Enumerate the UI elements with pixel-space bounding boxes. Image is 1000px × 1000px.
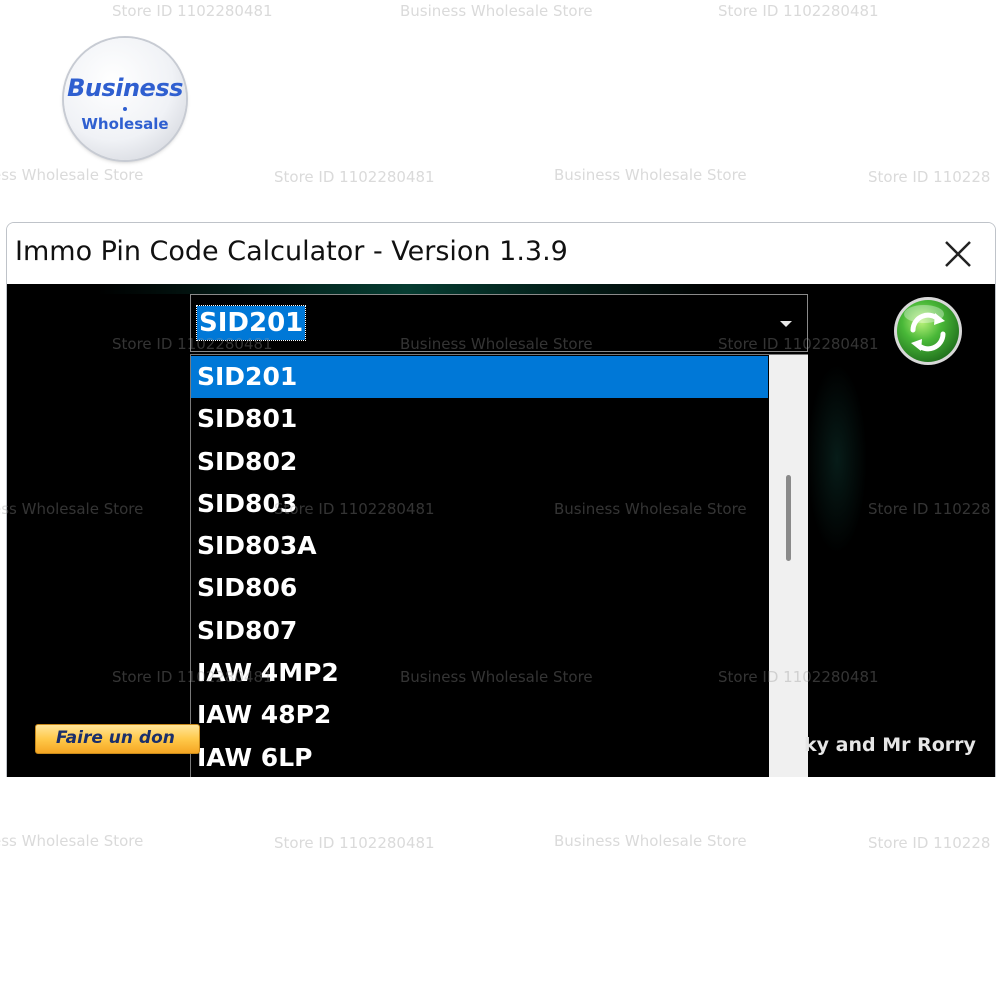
business-wholesale-logo: Business Wholesale: [64, 38, 186, 160]
window-title: Immo Pin Code Calculator - Version 1.3.9: [15, 236, 568, 267]
dropdown-option[interactable]: SID802: [191, 441, 768, 483]
store-watermark: Store ID 1102280481: [112, 2, 273, 20]
chevron-down-icon: [780, 321, 792, 327]
dropdown-options: SID201 SID801 SID802 SID803 SID803A SID806 SID…: [191, 356, 768, 777]
scrollbar-thumb[interactable]: [786, 475, 791, 561]
dropdown-scrollbar[interactable]: [769, 355, 808, 777]
background-glow-right: [807, 364, 867, 554]
logo-text-wholesale: Wholesale: [81, 115, 169, 133]
dropdown-option[interactable]: IAW 48P2: [191, 694, 768, 736]
dropdown-option[interactable]: SID801: [191, 398, 768, 440]
store-watermark: Business Wholesale Store: [554, 166, 747, 184]
store-watermark: Store ID 1102280481: [274, 834, 435, 852]
combobox-selected-value[interactable]: SID201: [195, 305, 307, 341]
title-bar: Immo Pin Code Calculator - Version 1.3.9: [7, 223, 995, 284]
store-watermark: Store ID 1102280481: [718, 2, 879, 20]
dropdown-option[interactable]: SID803A: [191, 525, 768, 567]
dropdown-option[interactable]: IAW 6LP: [191, 737, 768, 777]
dropdown-arrow-button[interactable]: [771, 309, 801, 339]
app-window: Immo Pin Code Calculator - Version 1.3.9…: [6, 222, 996, 777]
close-button[interactable]: [937, 233, 979, 275]
store-watermark: ess Wholesale Store: [0, 832, 144, 850]
donate-button[interactable]: Faire un don: [35, 724, 200, 754]
close-icon: [945, 241, 971, 267]
background-glow: [97, 284, 717, 294]
logo-text-business: Business: [67, 74, 183, 102]
dropdown-option[interactable]: SID806: [191, 567, 768, 609]
logo-dot: [123, 107, 127, 111]
refresh-icon: [894, 297, 962, 365]
store-watermark: Store ID 1102280481: [274, 168, 435, 186]
ecu-type-dropdown-list[interactable]: SID201 SID801 SID802 SID803 SID803A SID806 SID…: [190, 354, 808, 777]
dropdown-option[interactable]: IAW 4MP2: [191, 652, 768, 694]
store-watermark: ess Wholesale Store: [0, 166, 144, 184]
app-client-area: SID201 SID201 SID801 SID802 SID803 SID803A SI…: [7, 284, 995, 777]
donate-button-label: Faire un don: [56, 728, 175, 748]
dropdown-option[interactable]: SID803: [191, 483, 768, 525]
dropdown-option[interactable]: SID807: [191, 610, 768, 652]
refresh-button[interactable]: [891, 294, 965, 368]
ecu-type-combobox[interactable]: SID201: [190, 294, 808, 352]
store-watermark: Store ID 110228: [868, 168, 991, 186]
dropdown-option[interactable]: SID201: [191, 356, 768, 399]
store-watermark: Business Wholesale Store: [554, 832, 747, 850]
credits-text: ky and Mr Rorry: [804, 734, 976, 756]
store-watermark: Store ID 110228: [868, 834, 991, 852]
store-watermark: Business Wholesale Store: [400, 2, 593, 20]
